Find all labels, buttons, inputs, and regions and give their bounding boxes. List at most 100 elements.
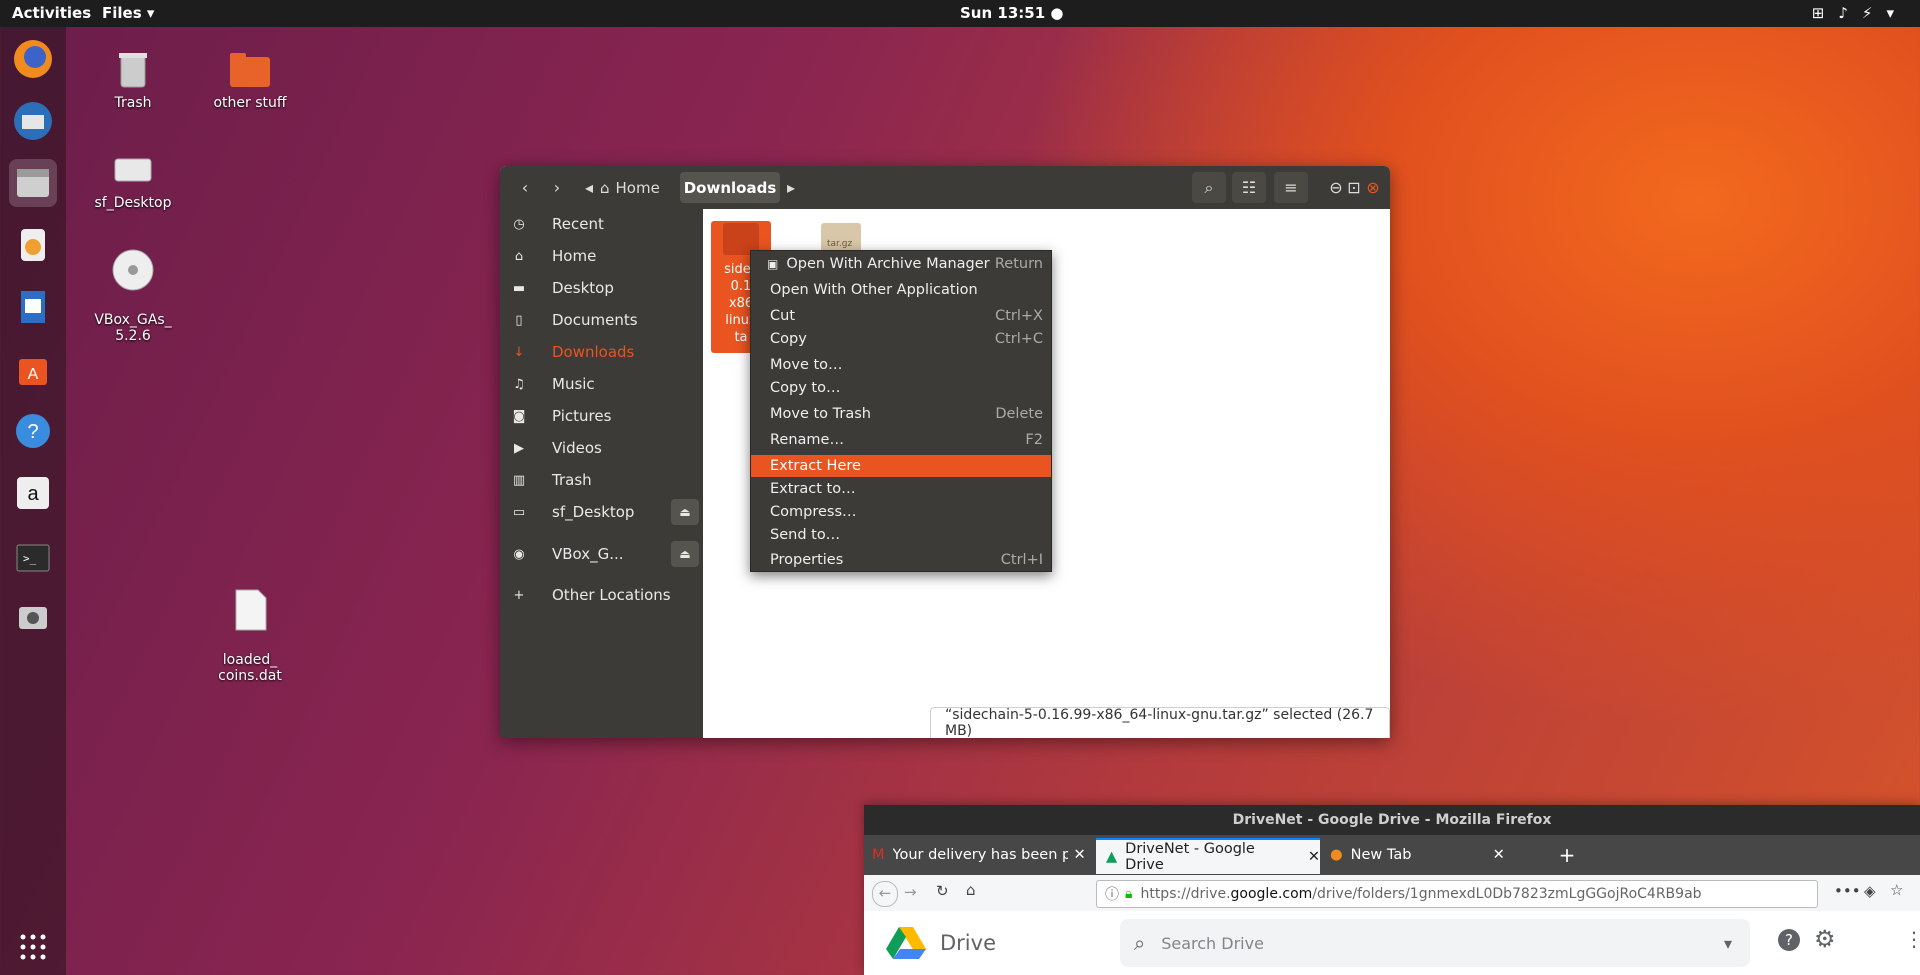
menu-open-archive-manager[interactable]: ▣ Open With Archive Manager Return	[751, 253, 1051, 275]
tab-close-icon[interactable]: ✕	[1308, 849, 1320, 865]
tab-delivery[interactable]: M Your delivery has been p ✕	[872, 838, 1094, 872]
sidebar-item-pictures[interactable]: ◙ Pictures	[500, 401, 703, 431]
tab-drivenet[interactable]: ▲ DriveNet - Google Drive ✕	[1096, 838, 1320, 874]
desktop-other-stuff-folder[interactable]: other stuff	[200, 45, 300, 111]
screenshot-icon[interactable]	[9, 593, 57, 641]
search-icon[interactable]: ⌕	[1192, 172, 1226, 203]
sidebar-item-sf-desktop[interactable]: ▭ sf_Desktop ⏏	[500, 497, 703, 527]
power-menu-icon[interactable]: ▾	[1886, 4, 1908, 22]
context-menu: ▣ Open With Archive Manager Return Open Wi…	[750, 250, 1052, 572]
help-icon[interactable]: ?	[9, 407, 57, 455]
breadcrumb-right-icon[interactable]: ▸	[784, 172, 798, 203]
desktop-vbox-gas[interactable]: VBox_GAs_ 5.2.6	[83, 230, 183, 344]
menu-properties[interactable]: Properties Ctrl+I	[751, 549, 1051, 571]
firefox-tab-icon: ●	[1330, 847, 1343, 863]
sidebar-item-music[interactable]: ♫ Music	[500, 369, 703, 399]
drive-search-input[interactable]: Search Drive	[1161, 934, 1264, 953]
breadcrumb-left-icon[interactable]: ◂	[582, 172, 596, 203]
binary-file-icon	[235, 589, 267, 631]
volume-icon[interactable]: ♪	[1838, 4, 1862, 22]
menu-item-shortcut: Ctrl+X	[995, 308, 1043, 324]
network-icon[interactable]: ⊞	[1812, 4, 1839, 22]
view-toggle-icon[interactable]: ☷	[1232, 172, 1266, 203]
home-icon[interactable]: ⌂	[966, 881, 976, 899]
sidebar-item-desktop[interactable]: ▬ Desktop	[500, 273, 703, 303]
breadcrumb-home[interactable]: ⌂ Home	[600, 172, 678, 203]
page-actions-icon[interactable]: •••	[1834, 882, 1861, 900]
eject-icon[interactable]: ⏏	[671, 499, 699, 525]
close-icon[interactable]: ⊗	[1364, 172, 1382, 203]
back-button[interactable]: ‹	[510, 172, 540, 203]
back-arrow-icon[interactable]: ←	[872, 881, 898, 907]
eject-icon[interactable]: ⏏	[671, 541, 699, 567]
amazon-icon[interactable]: a	[9, 469, 57, 517]
sidebar-item-home[interactable]: ⌂ Home	[500, 241, 703, 271]
search-options-icon[interactable]: ▾	[1724, 934, 1732, 953]
sidebar-item-vbox[interactable]: ◉ VBox_G... ⏏	[500, 539, 703, 569]
menu-send-to[interactable]: Send to…	[751, 524, 1051, 546]
sidebar-item-videos[interactable]: ▶ Videos	[500, 433, 703, 463]
files-app-icon[interactable]	[9, 159, 57, 207]
breadcrumb-home-label: Home	[615, 178, 660, 197]
drive-search-box[interactable]: ⌕ Search Drive ▾	[1120, 919, 1750, 967]
sidebar-item-recent[interactable]: ◷ Recent	[500, 209, 703, 239]
forward-arrow-icon[interactable]: →	[904, 883, 917, 901]
url-bar[interactable]: ⓘ 🔒︎ https://drive. google.com/drive/fold…	[1096, 880, 1818, 908]
google-drive-icon: ▲	[1106, 849, 1118, 865]
menu-item-label: Rename…	[770, 432, 844, 448]
software-icon[interactable]: A	[9, 345, 57, 393]
tab-close-icon[interactable]: ✕	[1074, 847, 1086, 863]
terminal-icon[interactable]: >_	[9, 533, 57, 581]
apps-grid-icon[interactable]: ⋮	[1904, 927, 1920, 951]
sidebar-item-documents[interactable]: ▯ Documents	[500, 305, 703, 335]
info-icon[interactable]: ⓘ	[1105, 884, 1119, 904]
clock-icon: ◷	[513, 216, 525, 232]
hamburger-menu-icon[interactable]: ≡	[1274, 172, 1308, 203]
desktop-sf-desktop[interactable]: sf_Desktop	[83, 145, 183, 211]
breadcrumb-downloads[interactable]: Downloads	[680, 172, 780, 203]
bookmark-star-icon[interactable]: ☆	[1890, 881, 1903, 899]
drive-icon	[114, 158, 152, 182]
tab-new-tab[interactable]: ● New Tab ✕	[1324, 838, 1544, 872]
settings-gear-icon[interactable]: ⚙	[1814, 925, 1836, 953]
menu-move-to[interactable]: Move to…	[751, 354, 1051, 376]
menu-compress[interactable]: Compress…	[751, 501, 1051, 523]
pocket-icon[interactable]: ◈	[1864, 882, 1876, 900]
sidebar-item-downloads[interactable]: ↓ Downloads	[500, 337, 703, 367]
activities-button[interactable]: Activities	[12, 4, 91, 22]
show-applications-icon[interactable]	[9, 923, 57, 971]
menu-rename[interactable]: Rename… F2	[751, 429, 1051, 451]
battery-icon[interactable]: ⚡	[1862, 4, 1887, 22]
app-menu-files[interactable]: Files ▾	[102, 4, 154, 22]
gmail-icon: M	[872, 847, 885, 863]
firefox-icon[interactable]	[9, 35, 57, 83]
menu-extract-to[interactable]: Extract to…	[751, 478, 1051, 500]
help-icon[interactable]: ?	[1778, 929, 1800, 951]
sidebar-item-trash[interactable]: ▥ Trash	[500, 465, 703, 495]
dock: A ? a >_	[0, 27, 66, 975]
new-tab-icon[interactable]: +	[1552, 838, 1582, 872]
disc-icon	[112, 249, 154, 291]
thunderbird-icon[interactable]	[9, 97, 57, 145]
rhythmbox-icon[interactable]	[9, 221, 57, 269]
menu-copy-to[interactable]: Copy to…	[751, 377, 1051, 399]
desktop-trash[interactable]: Trash	[83, 45, 183, 111]
sidebar-item-other-locations[interactable]: + Other Locations	[500, 580, 703, 610]
desktop-loaded-coins[interactable]: loaded_ coins.dat	[200, 570, 300, 684]
reload-icon[interactable]: ↻	[936, 882, 949, 900]
menu-open-other-app[interactable]: Open With Other Application	[751, 279, 1051, 301]
tab-close-icon[interactable]: ✕	[1493, 847, 1505, 863]
video-icon: ▶	[514, 440, 524, 456]
minimize-icon[interactable]: ⊖	[1328, 172, 1344, 203]
writer-icon[interactable]	[9, 283, 57, 331]
menu-cut[interactable]: Cut Ctrl+X	[751, 305, 1051, 327]
system-tray[interactable]: ⊞♪⚡▾	[1812, 4, 1908, 22]
maximize-icon[interactable]: ⊡	[1346, 172, 1362, 203]
forward-button[interactable]: ›	[542, 172, 572, 203]
menu-extract-here[interactable]: Extract Here	[751, 455, 1051, 477]
clock[interactable]: Sun 13:51 ●	[960, 4, 1063, 22]
menu-move-to-trash[interactable]: Move to Trash Delete	[751, 403, 1051, 425]
menu-copy[interactable]: Copy Ctrl+C	[751, 328, 1051, 350]
sidebar-item-label: Videos	[552, 439, 602, 457]
drive-icon: ▭	[512, 504, 526, 520]
